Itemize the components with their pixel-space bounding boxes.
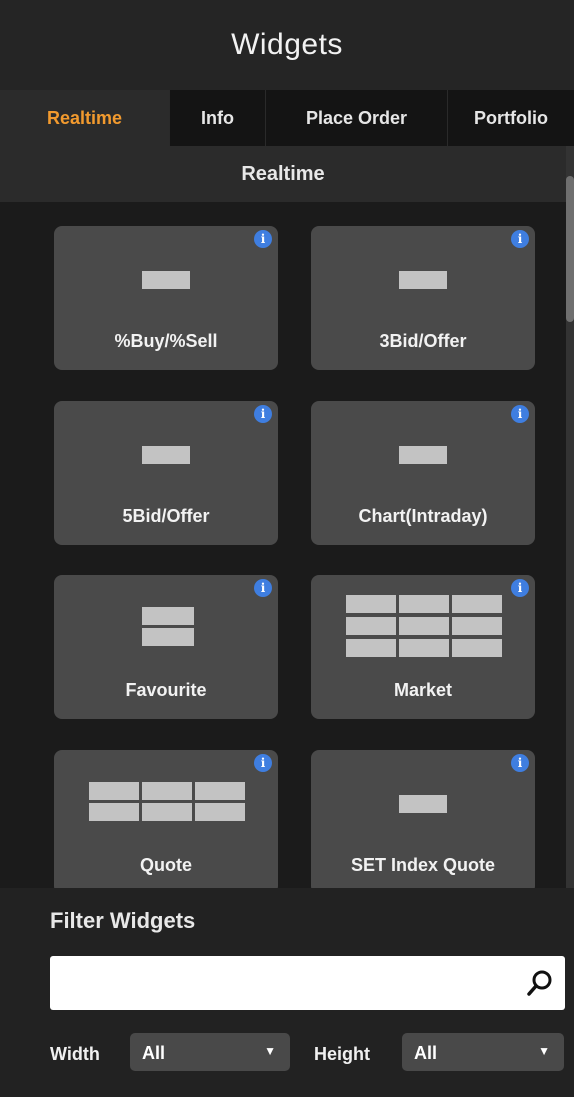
widget-label: Quote <box>140 855 192 875</box>
widget-thumbnail-cell <box>195 782 245 800</box>
widget-thumbnail-cell <box>399 595 449 613</box>
tab-realtime[interactable]: Realtime <box>0 90 170 146</box>
info-icon[interactable]: i <box>511 230 529 248</box>
height-select[interactable]: All ▼ <box>402 1033 564 1071</box>
widget-card-quote[interactable]: i Quote <box>54 750 278 888</box>
widget-label: Favourite <box>125 680 207 700</box>
height-label: Height <box>314 1044 370 1064</box>
info-icon[interactable]: i <box>254 579 272 597</box>
filter-panel: Filter Widgets Width All ▼ Height All ▼ <box>0 888 574 1097</box>
scrollbar-thumb[interactable] <box>566 176 574 322</box>
widget-thumbnail-cell <box>346 617 396 635</box>
widget-thumbnail-cell <box>452 595 502 613</box>
widget-card-buy-sell[interactable]: i %Buy/%Sell <box>54 226 278 370</box>
info-icon[interactable]: i <box>254 754 272 772</box>
widget-thumbnail-cell <box>195 803 245 821</box>
info-icon[interactable]: i <box>511 579 529 597</box>
tab-portfolio[interactable]: Portfolio <box>448 90 574 146</box>
widget-thumbnail-cell <box>89 803 139 821</box>
widget-card-market[interactable]: i Market <box>311 575 535 719</box>
search-icon[interactable] <box>527 969 553 997</box>
widget-thumbnail-cell <box>89 782 139 800</box>
width-label: Width <box>50 1044 100 1064</box>
widget-thumbnail-cell <box>452 617 502 635</box>
widget-thumbnail <box>399 795 447 813</box>
info-icon[interactable]: i <box>254 405 272 423</box>
widget-thumbnail-cell <box>346 639 396 657</box>
widget-label: 5Bid/Offer <box>122 506 210 526</box>
page-title-text: Widgets <box>231 28 343 61</box>
chevron-down-icon: ▼ <box>538 1044 550 1058</box>
widget-label: Market <box>393 680 453 700</box>
widget-thumbnail <box>142 271 190 289</box>
width-select-value: All <box>142 1043 166 1063</box>
filter-title: Filter Widgets <box>50 908 196 933</box>
width-select[interactable]: All ▼ <box>130 1033 290 1071</box>
widget-thumbnail-cell <box>399 639 449 657</box>
widget-thumbnail-cell <box>142 803 192 821</box>
widget-card-favourite[interactable]: i Favourite <box>54 575 278 719</box>
widgets-panel: Widgets Realtime Info Place Order Portfo… <box>0 0 574 1097</box>
widget-label: SET Index Quote <box>350 855 496 875</box>
widget-thumbnail-row-1 <box>142 607 194 625</box>
widget-thumbnail <box>142 446 190 464</box>
widget-card-chart-intraday[interactable]: i Chart(Intraday) <box>311 401 535 545</box>
tab-info[interactable]: Info <box>170 90 266 146</box>
tab-place-order[interactable]: Place Order <box>266 90 448 146</box>
widget-thumbnail-cell <box>452 639 502 657</box>
widget-label: 3Bid/Offer <box>379 331 467 351</box>
widget-label: Chart(Intraday) <box>358 506 488 526</box>
page-title: Widgets <box>0 0 574 90</box>
section-title: Realtime <box>241 162 325 185</box>
chevron-down-icon: ▼ <box>264 1044 276 1058</box>
height-select-value: All <box>414 1043 438 1063</box>
search-input[interactable] <box>50 956 565 1010</box>
info-icon[interactable]: i <box>254 230 272 248</box>
widget-thumbnail <box>399 446 447 464</box>
tab-bar: Realtime Info Place Order Portfolio <box>0 90 574 146</box>
widget-thumbnail-cell <box>399 617 449 635</box>
widget-thumbnail-cell <box>346 595 396 613</box>
widget-thumbnail-row-2 <box>142 628 194 646</box>
widget-list[interactable]: i %Buy/%Sell i 3Bid/Offer i 5Bid/Offer i… <box>0 202 566 888</box>
widget-thumbnail-cell <box>142 782 192 800</box>
section-header: Realtime <box>0 146 566 202</box>
info-icon[interactable]: i <box>511 754 529 772</box>
widget-card-3bid-offer[interactable]: i 3Bid/Offer <box>311 226 535 370</box>
widget-card-5bid-offer[interactable]: i 5Bid/Offer <box>54 401 278 545</box>
widget-card-set-index-quote[interactable]: i SET Index Quote <box>311 750 535 888</box>
widget-label: %Buy/%Sell <box>114 331 218 351</box>
widget-thumbnail <box>399 271 447 289</box>
info-icon[interactable]: i <box>511 405 529 423</box>
